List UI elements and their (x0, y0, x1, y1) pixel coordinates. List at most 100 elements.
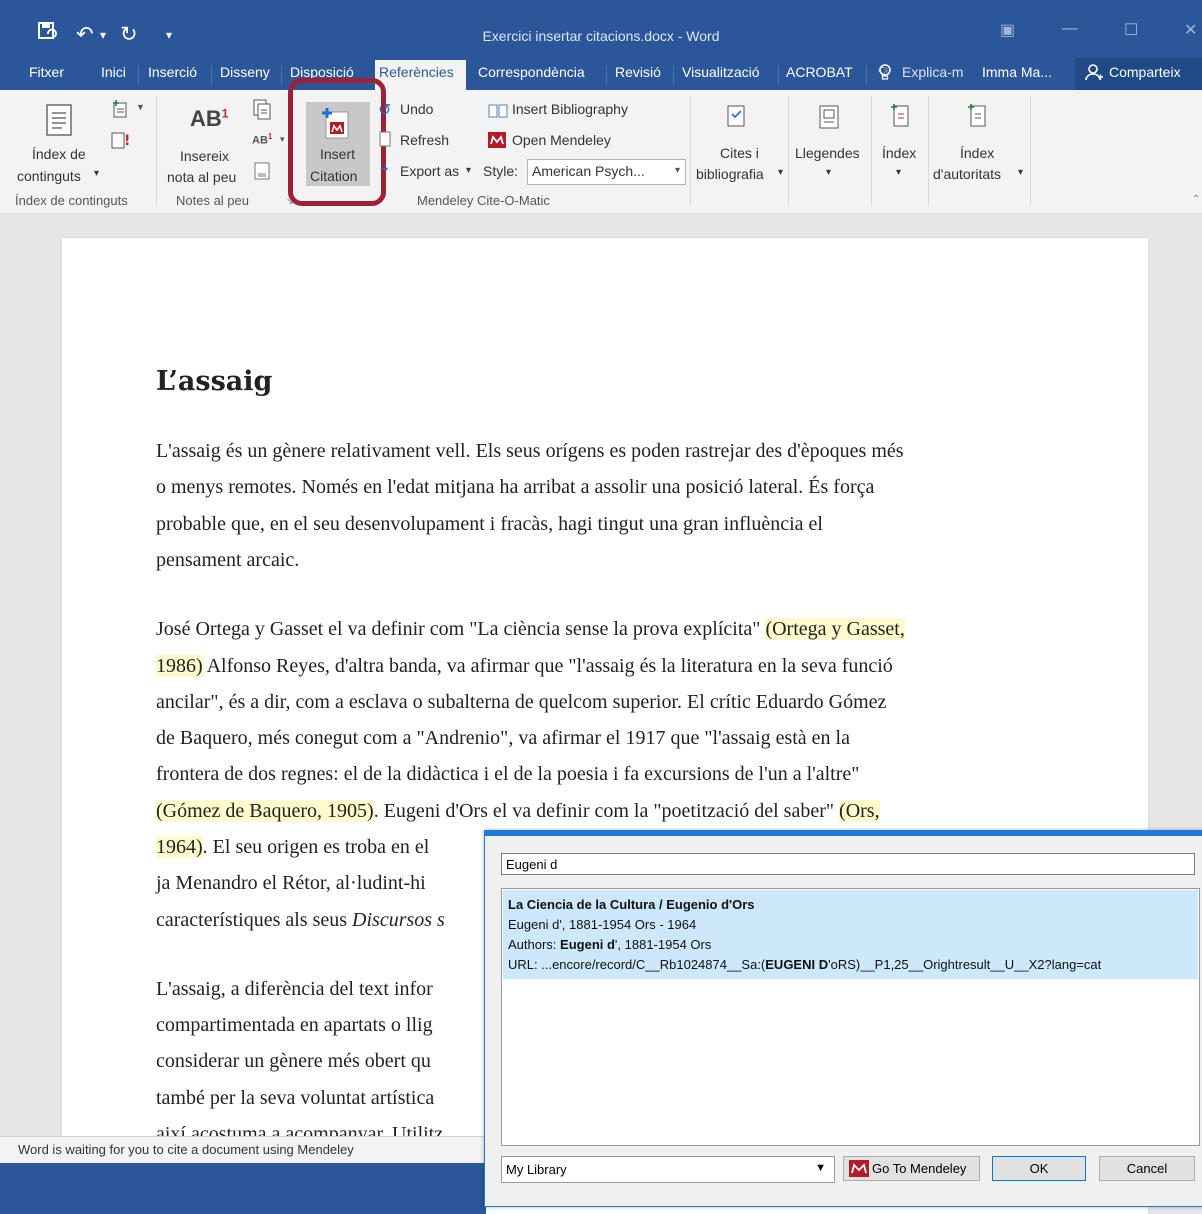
mendeley-export-as[interactable]: Export as (400, 163, 459, 179)
library-select[interactable]: My Library ▼ (501, 1156, 835, 1183)
citation-gomez[interactable]: (Gómez de Baquero, 1905) (156, 800, 374, 822)
index-label[interactable]: Índex (882, 145, 916, 161)
style-label: Style: (483, 163, 519, 179)
p2-line: 1964). El seu origen es troba en el (156, 836, 429, 859)
tell-me-input[interactable]: Explica-m (902, 64, 963, 80)
update-table-icon[interactable]: ! (110, 130, 132, 155)
ribbon-display-icon[interactable]: ▣ (1000, 20, 1015, 40)
p1-line: o menys remotes. Només en l'edat mitjana… (156, 476, 875, 498)
tab-acrobat[interactable]: ACROBAT (786, 64, 853, 80)
citation-ors[interactable]: (Ors, (839, 800, 880, 822)
p2-text: . Eugeni d'Ors el va definir com la "poe… (373, 800, 840, 822)
mendeley-logo-icon (488, 132, 506, 153)
citations-label-1[interactable]: Cites i (720, 145, 759, 161)
group-divider (788, 96, 789, 206)
result-url: URL: ...encore/record/C__Rb1024874__Sa:(… (508, 957, 1101, 972)
tab-mailings[interactable]: Correspondència (478, 64, 585, 80)
style-select[interactable]: American Psych... ▾ (527, 159, 686, 185)
toc-label-2[interactable]: continguts (17, 168, 81, 184)
title-bar: ↶ ▾ ↻ ▾ Exercici insertar citacions.docx… (0, 0, 1202, 58)
citation-ortega-year[interactable]: 1986) (156, 655, 203, 677)
taskbar-strip (0, 1163, 486, 1214)
go-to-mendeley-button[interactable]: Go To Mendeley (843, 1156, 980, 1181)
citation-icon[interactable] (726, 104, 750, 135)
authorities-label-2[interactable]: d'autoritats (933, 166, 1001, 182)
group-divider (156, 96, 157, 206)
table-of-contents-icon[interactable] (46, 104, 72, 141)
p2-text: . El seu origen es troba en el (202, 836, 430, 858)
mendeley-logo-icon (849, 1160, 869, 1184)
add-text-icon[interactable] (110, 98, 130, 123)
mendeley-refresh[interactable]: Refresh (400, 132, 449, 148)
authorities-dropdown-icon[interactable]: ▾ (1018, 167, 1023, 178)
ok-button[interactable]: OK (992, 1156, 1086, 1181)
mendeley-undo[interactable]: Undo (400, 101, 433, 117)
result-year-line: Eugeni d', 1881-1954 Ors - 1964 (508, 917, 697, 932)
p3-line: compartimentada en apartats o llig (156, 1014, 433, 1036)
undo-citation-icon: ↺ (378, 102, 392, 119)
document-heading: L’assaig (156, 366, 273, 397)
tab-design[interactable]: Disseny (220, 64, 270, 80)
tab-separator (866, 65, 867, 85)
citations-label-2[interactable]: bibliografia (696, 166, 764, 182)
caption-icon[interactable] (818, 104, 840, 135)
citations-dropdown-icon[interactable]: ▾ (778, 167, 783, 178)
toc-dropdown-icon[interactable]: ▾ (94, 168, 99, 179)
tab-references[interactable]: Referències (375, 60, 466, 90)
window-title: Exercici insertar citacions.docx - Word (482, 28, 720, 44)
tab-separator (281, 65, 282, 85)
tab-view[interactable]: Visualització (682, 64, 760, 80)
footnote-ab-icon[interactable]: AB1 (190, 106, 228, 132)
library-select-value: My Library (506, 1162, 567, 1177)
tab-separator (673, 65, 674, 85)
result-url-match: EUGENI D (765, 957, 829, 972)
style-select-value: American Psych... (532, 163, 645, 179)
open-mendeley[interactable]: Open Mendeley (512, 132, 611, 148)
cancel-button[interactable]: Cancel (1099, 1156, 1195, 1181)
tab-home[interactable]: Inici (101, 64, 126, 80)
tab-file[interactable]: Fitxer (29, 64, 64, 80)
captions-label[interactable]: Llegendes (795, 145, 860, 161)
index-dropdown-icon[interactable]: ▾ (896, 167, 901, 178)
index-icon[interactable] (890, 102, 912, 133)
tab-insert[interactable]: Inserció (148, 64, 197, 80)
authorities-icon[interactable] (967, 102, 989, 133)
export-dropdown-icon[interactable]: ▾ (466, 165, 471, 176)
status-bar: Word is waiting for you to cite a docume… (0, 1136, 486, 1163)
footnotes-group-label: Notes al peu (176, 193, 249, 208)
next-footnote-dropdown-icon[interactable]: ▾ (280, 134, 285, 145)
minimize-icon[interactable]: — (1062, 20, 1078, 38)
highlight-callout (288, 78, 386, 206)
toc-group-label: Índex de continguts (15, 193, 128, 208)
citation-search-input[interactable] (501, 853, 1195, 875)
user-name[interactable]: Imma Ma... (982, 64, 1052, 80)
collapse-ribbon-icon[interactable]: ⌃ (1192, 194, 1200, 205)
footnote-label-2[interactable]: nota al peu (167, 169, 236, 185)
result-url-rest: 'oRS)__P1,25__Orightresult__U__X2?lang=c… (828, 957, 1102, 972)
results-list[interactable]: La Ciencia de la Cultura / Eugenio d'Ors… (501, 888, 1200, 1146)
tab-separator (778, 65, 779, 85)
add-text-dropdown-icon[interactable]: ▼ (136, 102, 145, 112)
footnote-ab-superscript: 1 (221, 106, 229, 121)
p1-line: probable que, en el seu desenvolupament … (156, 513, 823, 535)
insert-bibliography[interactable]: Insert Bibliography (512, 101, 628, 117)
p3-line: també per la seva voluntat artística (156, 1087, 435, 1109)
next-footnote-icon[interactable]: AB1 (252, 132, 272, 147)
show-notes-icon[interactable] (254, 162, 270, 185)
toc-label-1[interactable]: Índex de (32, 146, 86, 162)
share-button[interactable]: Comparteix (1075, 58, 1202, 90)
footnote-label-1[interactable]: Insereix (180, 148, 229, 164)
p2-text: José Ortega y Gasset el va definir com "… (156, 618, 766, 640)
maximize-icon[interactable]: ☐ (1124, 20, 1138, 40)
citation-ors-year[interactable]: 1964) (156, 836, 203, 858)
result-item[interactable]: La Ciencia de la Cultura / Eugenio d'Ors… (503, 890, 1198, 979)
p1-line: pensament arcaic. (156, 549, 300, 571)
p2-line: 1986) Alfonso Reyes, d'altra banda, va a… (156, 655, 893, 678)
close-icon[interactable]: ✕ (1184, 20, 1197, 40)
endnote-icon[interactable] (252, 98, 272, 125)
citation-ortega[interactable]: (Ortega y Gasset, (765, 618, 905, 640)
tab-separator (211, 65, 212, 85)
tab-review[interactable]: Revisió (615, 64, 661, 80)
captions-dropdown-icon[interactable]: ▾ (826, 167, 831, 178)
authorities-label-1[interactable]: Índex (960, 145, 994, 161)
